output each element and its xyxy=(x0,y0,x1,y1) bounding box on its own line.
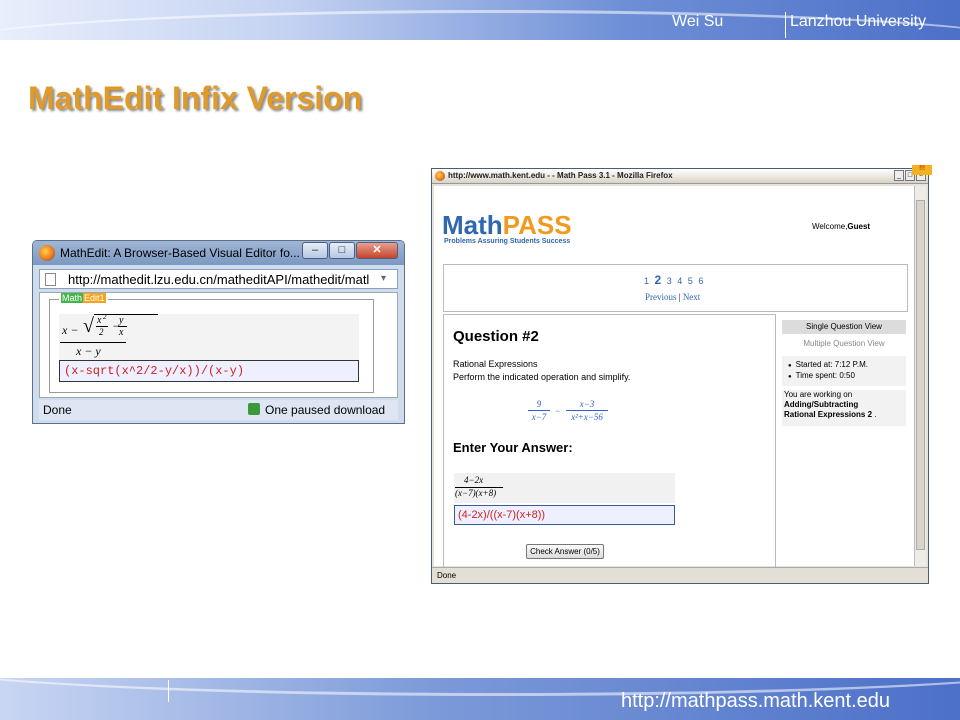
started-at: Started at: 7:12 P.M. xyxy=(788,360,868,369)
mathpass-browser-window: http://www.math.kent.edu - - Math Pass 3… xyxy=(431,165,932,584)
question-title: Question #2 xyxy=(453,328,539,345)
check-answer-button[interactable]: Check Answer (0/5) xyxy=(526,544,604,559)
rendered-formula[interactable]: x − √ x 2 2 − y x x − y xyxy=(59,313,359,360)
multiple-question-view-button[interactable]: Multiple Question View xyxy=(782,337,906,351)
formula-x: x xyxy=(97,315,102,326)
single-question-view-button[interactable]: Single Question View xyxy=(782,320,906,334)
formula-den2: 2 xyxy=(99,327,104,337)
mathedit-page-content: Math Edit1 x − √ x 2 2 − y x x − y (x-sqr… xyxy=(39,292,398,398)
mathedit-editor: Math Edit1 x − √ x 2 2 − y x x − y (x-sqr… xyxy=(49,293,374,393)
close-button[interactable]: ✕ xyxy=(356,242,398,259)
firefox-icon xyxy=(435,171,445,181)
mathedit-label: Math Edit1 xyxy=(59,293,108,303)
welcome-text: Welcome,Guest xyxy=(812,222,871,231)
expr-numerator-2: x−3 xyxy=(579,399,595,409)
status-bar: Done One paused download xyxy=(39,400,398,420)
mathedit-window-title: MathEdit: A Browser-Based Visual Editor … xyxy=(60,246,300,260)
mathpass-titlebar[interactable]: http://www.math.kent.edu - - Math Pass 3… xyxy=(432,165,932,184)
page-link-6[interactable]: 6 xyxy=(698,276,703,286)
answer-numerator: 4−2x xyxy=(464,475,484,485)
formula-y: y xyxy=(119,315,124,326)
answer-denominator: (x−7)(x+8) xyxy=(455,488,497,498)
next-link[interactable]: Next xyxy=(683,292,701,302)
answer-rendered[interactable]: 4−2x (x−7)(x+8) xyxy=(454,473,675,503)
mathpass-status-text: Done xyxy=(437,571,457,580)
mathedit-browser-window: MathEdit: A Browser-Based Visual Editor … xyxy=(32,240,405,424)
previous-link[interactable]: Previous xyxy=(645,292,677,302)
vertical-scrollbar[interactable] xyxy=(914,186,926,566)
sqrt-sign: √ xyxy=(83,315,94,337)
page-link-5[interactable]: 5 xyxy=(688,276,693,286)
question-pager: 1 2 3 4 5 6 Previous | Next xyxy=(443,264,908,312)
download-icon[interactable] xyxy=(248,403,260,415)
question-panel: Question #2 Rational Expressions Perform… xyxy=(443,314,776,569)
download-status[interactable]: One paused download xyxy=(265,403,385,417)
question-instruction: Perform the indicated operation and simp… xyxy=(453,372,631,382)
working-on-label: You are working on xyxy=(784,390,853,399)
answer-input[interactable]: (4-2x)/((x-7)(x+8)) xyxy=(454,505,675,525)
formula-sup2: 2 xyxy=(103,313,107,321)
mathpass-page: MathPASS Problems Assuring Students Succ… xyxy=(434,186,914,569)
expr-denominator-2: x²+x−56 xyxy=(571,412,603,422)
working-on-info: You are working on Adding/Subtracting Ra… xyxy=(782,390,906,426)
address-bar[interactable]: http://mathedit.lzu.edu.cn/matheditAPI/m… xyxy=(39,269,398,289)
page-icon xyxy=(45,273,56,286)
header-divider xyxy=(785,12,786,38)
minimize-button[interactable]: _ xyxy=(894,170,904,181)
university-name: Lanzhou University xyxy=(790,13,927,30)
page-link-1[interactable]: 1 xyxy=(644,276,649,286)
footer-divider xyxy=(168,680,169,702)
formula-x-minus: x − xyxy=(62,323,79,337)
page-link-2[interactable]: 2 xyxy=(655,273,662,287)
expr-denominator-1: x−7 xyxy=(531,412,547,422)
slide-title: MathEdit Infix Version xyxy=(28,80,363,116)
mathpass-status-bar: Done xyxy=(432,567,928,583)
expr-operator: − xyxy=(555,406,561,416)
side-panel: Single Question View Multiple Question V… xyxy=(780,314,908,434)
dropdown-icon[interactable]: ▾ xyxy=(381,273,393,285)
page-link-3[interactable]: 3 xyxy=(667,276,672,286)
time-info: Started at: 7:12 P.M. Time spent: 0:50 xyxy=(782,356,906,386)
mathedit-titlebar[interactable]: MathEdit: A Browser-Based Visual Editor … xyxy=(33,241,404,265)
formula-x2: x xyxy=(119,327,124,338)
firefox-icon xyxy=(39,245,55,261)
section-line-2: Rational Expressions 2 xyxy=(784,410,873,419)
scrollbar-thumb[interactable] xyxy=(916,200,925,550)
mathpass-logo: MathPASS xyxy=(442,210,572,240)
infix-input[interactable]: (x-sqrt(x^2/2-y/x))/(x-y) xyxy=(59,360,359,382)
maximize-button[interactable]: □ xyxy=(329,242,355,259)
prev-next: Previous | Next xyxy=(645,292,700,302)
status-text: Done xyxy=(43,403,72,417)
minimize-button[interactable]: – xyxy=(302,242,328,259)
mathpass-window-title: http://www.math.kent.edu - - Math Pass 3… xyxy=(448,171,673,180)
page-link-4[interactable]: 4 xyxy=(677,276,682,286)
formula-denominator: x − y xyxy=(76,344,101,358)
question-topic: Rational Expressions xyxy=(453,359,538,369)
answer-title: Enter Your Answer: xyxy=(453,440,573,455)
corner-badge: !!! xyxy=(912,165,932,175)
footer-url[interactable]: http://mathpass.math.kent.edu xyxy=(621,690,890,713)
page-links: 1 2 3 4 5 6 xyxy=(644,273,703,287)
time-spent: Time spent: 0:50 xyxy=(788,371,855,380)
address-input[interactable]: http://mathedit.lzu.edu.cn/matheditAPI/m… xyxy=(68,272,373,287)
expr-numerator-1: 9 xyxy=(536,399,542,409)
nav-separator: | xyxy=(678,292,681,302)
section-line-1: Adding/Subtracting xyxy=(784,400,859,409)
logo-tagline: Problems Assuring Students Success xyxy=(444,238,571,245)
author-name: Wei Su xyxy=(672,13,724,30)
